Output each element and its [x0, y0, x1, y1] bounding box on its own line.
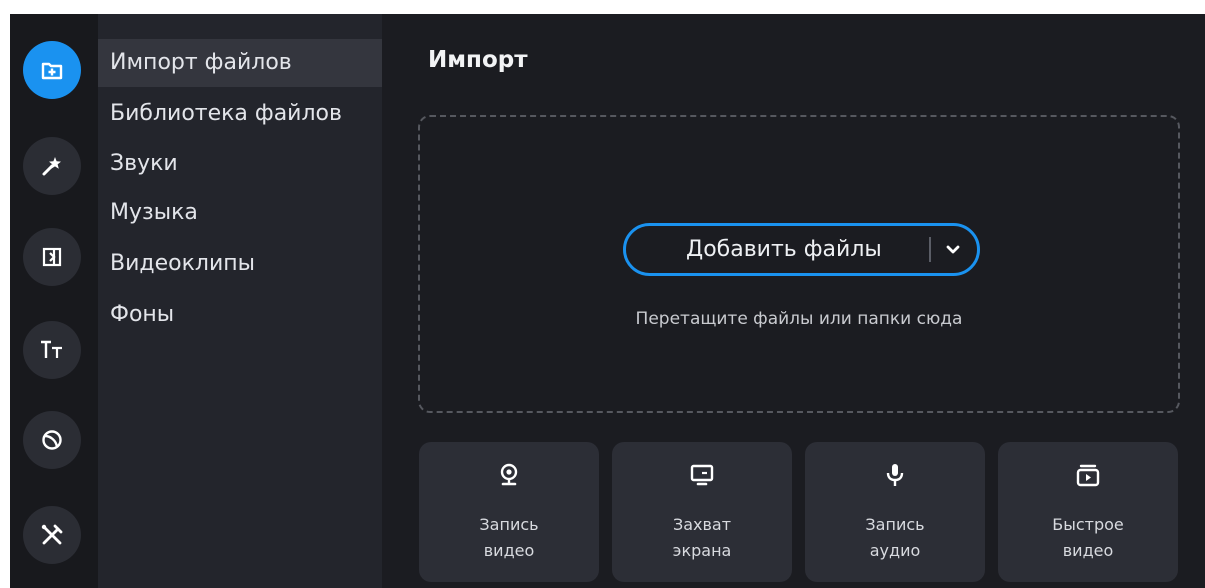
quick-video-button[interactable]: Быстрое видео [998, 442, 1178, 582]
record-audio-button[interactable]: Запись аудио [805, 442, 985, 582]
sidebar-item-sounds[interactable]: Звуки [98, 140, 382, 188]
sidebar-item-music[interactable]: Музыка [98, 189, 382, 237]
tool-rail [10, 14, 98, 588]
quick-video-label: Быстрое видео [1052, 515, 1124, 560]
stickers-icon [42, 430, 62, 450]
screen-capture-icon [690, 464, 714, 486]
transitions-icon [42, 247, 62, 267]
add-files-label: Добавить файлы [686, 237, 882, 262]
tools-icon [41, 524, 63, 545]
rail-transitions-button[interactable] [23, 228, 81, 286]
microphone-icon [886, 464, 904, 486]
add-files-button[interactable]: Добавить файлы [623, 223, 980, 276]
magic-wand-icon [42, 157, 61, 176]
record-audio-label: Запись аудио [865, 515, 925, 560]
rail-titles-button[interactable] [23, 321, 81, 379]
button-divider [929, 237, 931, 262]
sidebar-item-backgrounds[interactable]: Фоны [98, 291, 382, 339]
screen-capture-label: Захват экрана [672, 515, 732, 560]
sidebar-item-file-library[interactable]: Библиотека файлов [98, 90, 382, 138]
rail-import-button[interactable] [23, 41, 81, 99]
record-video-button[interactable]: Запись видео [419, 442, 599, 582]
chevron-down-icon[interactable] [942, 239, 964, 261]
sidebar-item-video-clips[interactable]: Видеоклипы [98, 240, 382, 288]
app-window: Импорт файлов Библиотека файлов Звуки Му… [10, 14, 1205, 588]
rail-effects-button[interactable] [23, 137, 81, 195]
sidebar-item-import-files[interactable]: Импорт файлов [98, 39, 382, 87]
import-icon [41, 62, 63, 80]
record-video-label: Запись видео [479, 515, 539, 560]
drop-hint: Перетащите файлы или папки сюда [635, 309, 963, 329]
titles-icon [41, 340, 62, 358]
quick-video-icon [1076, 464, 1100, 487]
page-title: Импорт [428, 47, 528, 73]
screen-capture-button[interactable]: Захват экрана [612, 442, 792, 582]
category-sidebar: Импорт файлов Библиотека файлов Звуки Му… [98, 14, 382, 588]
rail-tools-button[interactable] [23, 506, 81, 564]
rail-stickers-button[interactable] [23, 411, 81, 469]
webcam-icon [500, 463, 518, 486]
